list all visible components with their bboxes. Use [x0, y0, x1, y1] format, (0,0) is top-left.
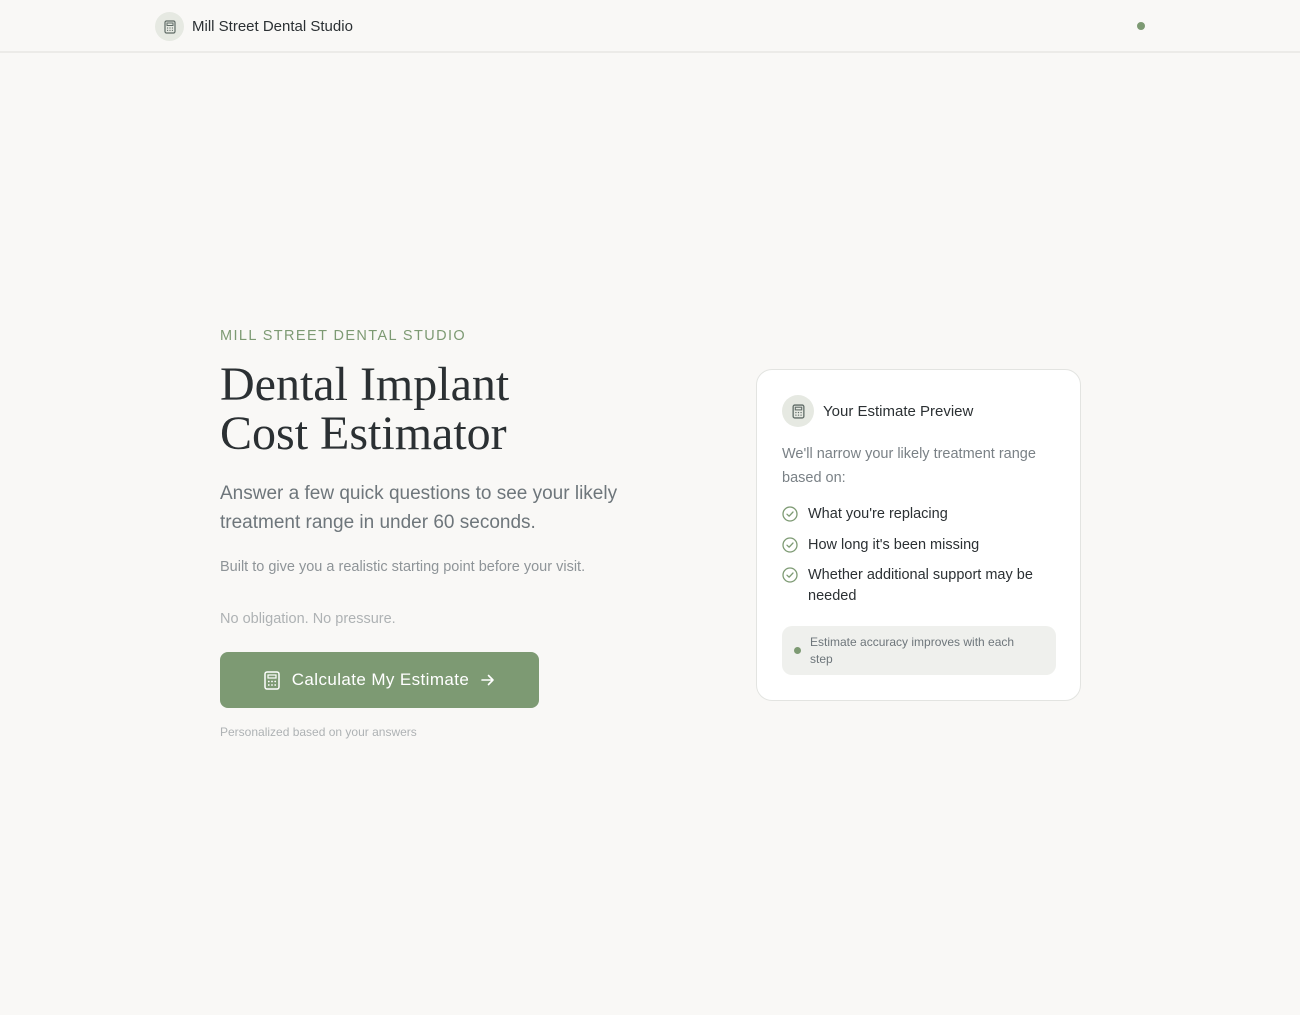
calculate-estimate-label: Calculate My Estimate	[291, 670, 470, 689]
card-title: Your Estimate Preview	[823, 402, 974, 420]
accuracy-note: Estimate accuracy improves with each ste…	[782, 626, 1056, 675]
check-circle-icon	[782, 567, 798, 583]
calculate-estimate-button[interactable]: Calculate My Estimate	[220, 652, 539, 708]
page-title-line-1: Dental Implant	[220, 358, 510, 411]
calculator-icon	[263, 670, 280, 690]
card-header: Your Estimate Preview	[782, 395, 973, 427]
list-item: What you're replacing	[782, 504, 1062, 525]
reassurance-text: No obligation. No pressure.	[220, 611, 396, 627]
criteria-list: What you're replacing How long it's been…	[782, 504, 1062, 616]
check-circle-icon	[782, 536, 798, 553]
page-title-line-2: Cost Estimator	[220, 407, 507, 460]
cta-footnote: Personalized based on your answers	[220, 725, 417, 739]
hero-section: MILL STREET DENTAL STUDIO Dental Implant…	[220, 328, 660, 627]
list-item: Whether additional support may be needed	[782, 565, 1062, 606]
accuracy-note-text: Estimate accuracy improves with each ste…	[810, 635, 1015, 666]
check-circle-icon	[782, 506, 798, 522]
eyebrow: MILL STREET DENTAL STUDIO	[220, 328, 467, 344]
hero-lead: Answer a few quick questions to see your…	[220, 483, 618, 533]
status-dot-icon	[794, 647, 801, 654]
top-bar: Mill Street Dental Studio	[0, 0, 1300, 53]
hero-subtext: Built to give you a realistic starting p…	[220, 559, 586, 575]
list-item-label: How long it's been missing	[808, 536, 980, 553]
page-title: Dental Implant Cost Estimator	[220, 360, 660, 458]
status-dot-icon	[1137, 22, 1145, 30]
card-description: We'll narrow your likely treatment range…	[782, 446, 1036, 486]
list-item-label: Whether additional support may be needed	[808, 567, 1033, 604]
arrow-right-icon	[481, 673, 495, 687]
calculator-icon	[782, 395, 814, 427]
list-item: How long it's been missing	[782, 535, 1062, 556]
brand-name: Mill Street Dental Studio	[192, 18, 353, 35]
calculator-icon	[155, 12, 184, 41]
brand[interactable]: Mill Street Dental Studio	[155, 12, 353, 41]
list-item-label: What you're replacing	[808, 506, 948, 522]
estimate-preview-card: Your Estimate Preview We'll narrow your …	[756, 369, 1081, 701]
